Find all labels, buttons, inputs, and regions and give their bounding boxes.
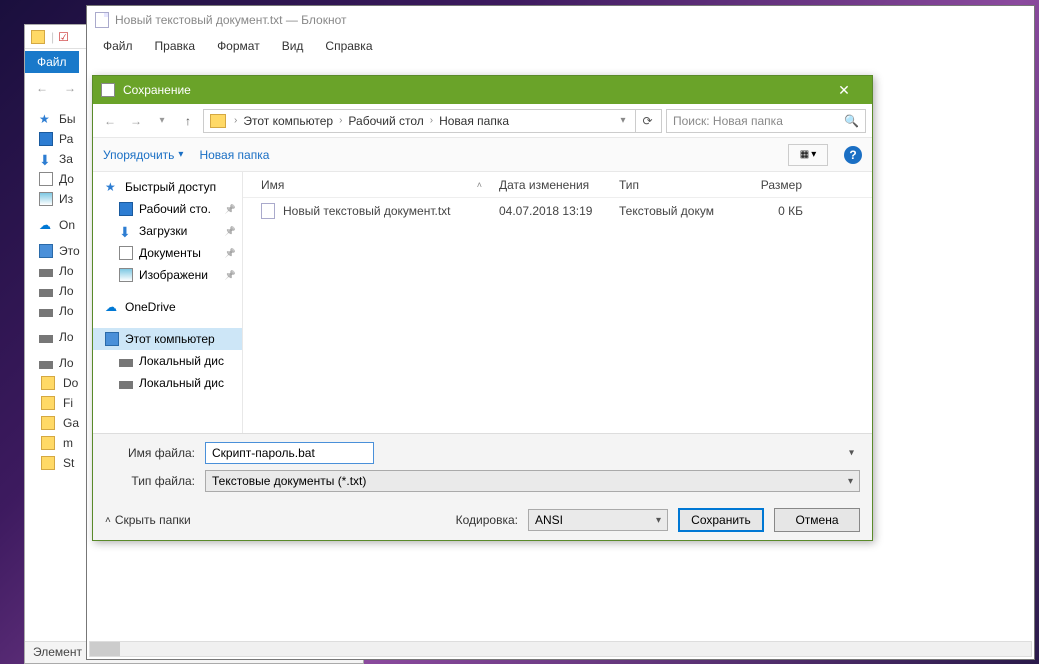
download-icon: ⬇ xyxy=(119,224,133,238)
desktop-icon xyxy=(39,132,53,146)
star-icon: ★ xyxy=(39,112,53,126)
breadcrumb-item[interactable]: Рабочий стол xyxy=(346,114,425,128)
disk-icon xyxy=(39,269,53,277)
filename-fields: Имя файла: ▾ Тип файла: Текстовые докуме… xyxy=(93,433,872,500)
disk-icon xyxy=(39,289,53,297)
help-icon[interactable]: ? xyxy=(844,146,862,164)
notepad-titlebar: Новый текстовый документ.txt — Блокнот xyxy=(87,6,1034,34)
image-icon xyxy=(39,192,53,206)
search-input[interactable]: Поиск: Новая папка 🔍 xyxy=(666,109,866,133)
download-icon: ⬇ xyxy=(39,152,53,166)
filename-label: Имя файла: xyxy=(105,446,205,460)
document-icon xyxy=(119,246,133,260)
dialog-titlebar: Сохранение ✕ xyxy=(93,76,872,104)
chevron-up-icon: ˄ xyxy=(105,515,111,526)
col-type[interactable]: Тип xyxy=(611,178,731,192)
dialog-nav: ← → ▾ ↑ › Этот компьютер › Рабочий стол … xyxy=(93,104,872,138)
dropdown-caret-icon[interactable]: ▾ xyxy=(849,448,854,459)
onedrive-icon: ☁ xyxy=(105,300,119,314)
folder-icon xyxy=(41,376,55,390)
back-arrow-icon[interactable]: ← xyxy=(31,77,53,99)
save-dialog: Сохранение ✕ ← → ▾ ↑ › Этот компьютер › … xyxy=(92,75,873,541)
image-icon xyxy=(119,268,133,282)
list-header: Имя˄ Дата изменения Тип Размер xyxy=(243,172,872,198)
tree-quick-access[interactable]: ★Быстрый доступ xyxy=(93,176,242,198)
disk-icon xyxy=(39,361,53,369)
menu-edit[interactable]: Правка xyxy=(145,36,206,56)
new-folder-button[interactable]: Новая папка xyxy=(199,148,269,162)
cancel-button[interactable]: Отмена xyxy=(774,508,860,532)
sort-caret-icon: ˄ xyxy=(477,180,482,190)
menu-file[interactable]: Файл xyxy=(93,36,143,56)
encoding-label: Кодировка: xyxy=(456,513,518,527)
notepad-icon xyxy=(95,12,109,28)
dropdown-caret-icon: ▾ xyxy=(656,515,661,526)
star-icon: ★ xyxy=(105,180,119,194)
folder-icon xyxy=(41,456,55,470)
disk-icon xyxy=(119,359,133,367)
onedrive-icon: ☁ xyxy=(39,218,53,232)
forward-arrow-icon: → xyxy=(59,77,81,99)
navigation-tree: ★Быстрый доступ Рабочий сто. ⬇Загрузки Д… xyxy=(93,172,243,433)
tree-desktop[interactable]: Рабочий сто. xyxy=(93,198,242,220)
computer-icon xyxy=(105,332,119,346)
breadcrumb-dropdown-icon[interactable]: ▾ xyxy=(611,109,635,133)
folder-icon xyxy=(210,114,226,128)
document-icon xyxy=(39,172,53,186)
filename-input[interactable] xyxy=(205,442,374,464)
refresh-icon[interactable]: ⟳ xyxy=(635,109,659,133)
breadcrumb[interactable]: › Этот компьютер › Рабочий стол › Новая … xyxy=(203,109,662,133)
col-date[interactable]: Дата изменения xyxy=(491,178,611,192)
notepad-menubar: Файл Правка Формат Вид Справка xyxy=(87,34,1034,58)
dialog-toolbar: Упорядочить ▾ Новая папка ▦▾ ? xyxy=(93,138,872,172)
text-file-icon xyxy=(261,203,275,219)
nav-history-icon[interactable]: ▾ xyxy=(151,110,173,132)
filetype-label: Тип файла: xyxy=(105,474,205,488)
computer-icon xyxy=(39,244,53,258)
filetype-select[interactable]: Текстовые документы (*.txt) ▾ xyxy=(205,470,860,492)
tree-disk[interactable]: Локальный дис xyxy=(93,372,242,394)
desktop-icon xyxy=(119,202,133,216)
search-placeholder: Поиск: Новая папка xyxy=(673,114,783,128)
view-button[interactable]: ▦▾ xyxy=(788,144,828,166)
tree-disk[interactable]: Локальный дис xyxy=(93,350,242,372)
nav-up-icon[interactable]: ↑ xyxy=(177,110,199,132)
tree-this-pc[interactable]: Этот компьютер xyxy=(93,328,242,350)
organize-button[interactable]: Упорядочить ▾ xyxy=(103,148,183,162)
save-button[interactable]: Сохранить xyxy=(678,508,764,532)
folder-icon xyxy=(41,396,55,410)
nav-forward-icon: → xyxy=(125,110,147,132)
horizontal-scrollbar[interactable] xyxy=(89,641,1032,657)
file-list: Имя˄ Дата изменения Тип Размер Новый тек… xyxy=(243,172,872,433)
disk-icon xyxy=(39,309,53,317)
folder-icon xyxy=(41,416,55,430)
menu-view[interactable]: Вид xyxy=(272,36,314,56)
folder-icon xyxy=(41,436,55,450)
disk-icon xyxy=(119,381,133,389)
close-button[interactable]: ✕ xyxy=(824,82,864,99)
nav-back-icon[interactable]: ← xyxy=(99,110,121,132)
col-size[interactable]: Размер xyxy=(731,178,811,192)
menu-help[interactable]: Справка xyxy=(315,36,382,56)
hide-folders-button[interactable]: ˄ Скрыть папки xyxy=(105,513,191,527)
tree-documents[interactable]: Документы xyxy=(93,242,242,264)
dropdown-caret-icon: ▾ xyxy=(848,476,853,487)
encoding-select[interactable]: ANSI ▾ xyxy=(528,509,668,531)
breadcrumb-item[interactable]: Новая папка xyxy=(437,114,511,128)
tree-onedrive[interactable]: ☁OneDrive xyxy=(93,296,242,318)
search-icon: 🔍 xyxy=(844,114,859,128)
dialog-title: Сохранение xyxy=(123,83,824,97)
dialog-footer: ˄ Скрыть папки Кодировка: ANSI ▾ Сохрани… xyxy=(93,500,872,540)
tree-pictures[interactable]: Изображени xyxy=(93,264,242,286)
breadcrumb-item[interactable]: Этот компьютер xyxy=(241,114,335,128)
notepad-title: Новый текстовый документ.txt — Блокнот xyxy=(115,13,347,27)
menu-format[interactable]: Формат xyxy=(207,36,270,56)
bg-file-tab[interactable]: Файл xyxy=(25,51,79,73)
dialog-icon xyxy=(101,83,115,97)
disk-icon xyxy=(39,335,53,343)
tree-downloads[interactable]: ⬇Загрузки xyxy=(93,220,242,242)
folder-icon xyxy=(31,30,45,44)
file-row[interactable]: Новый текстовый документ.txt 04.07.2018 … xyxy=(243,198,872,224)
col-name[interactable]: Имя˄ xyxy=(243,178,491,192)
